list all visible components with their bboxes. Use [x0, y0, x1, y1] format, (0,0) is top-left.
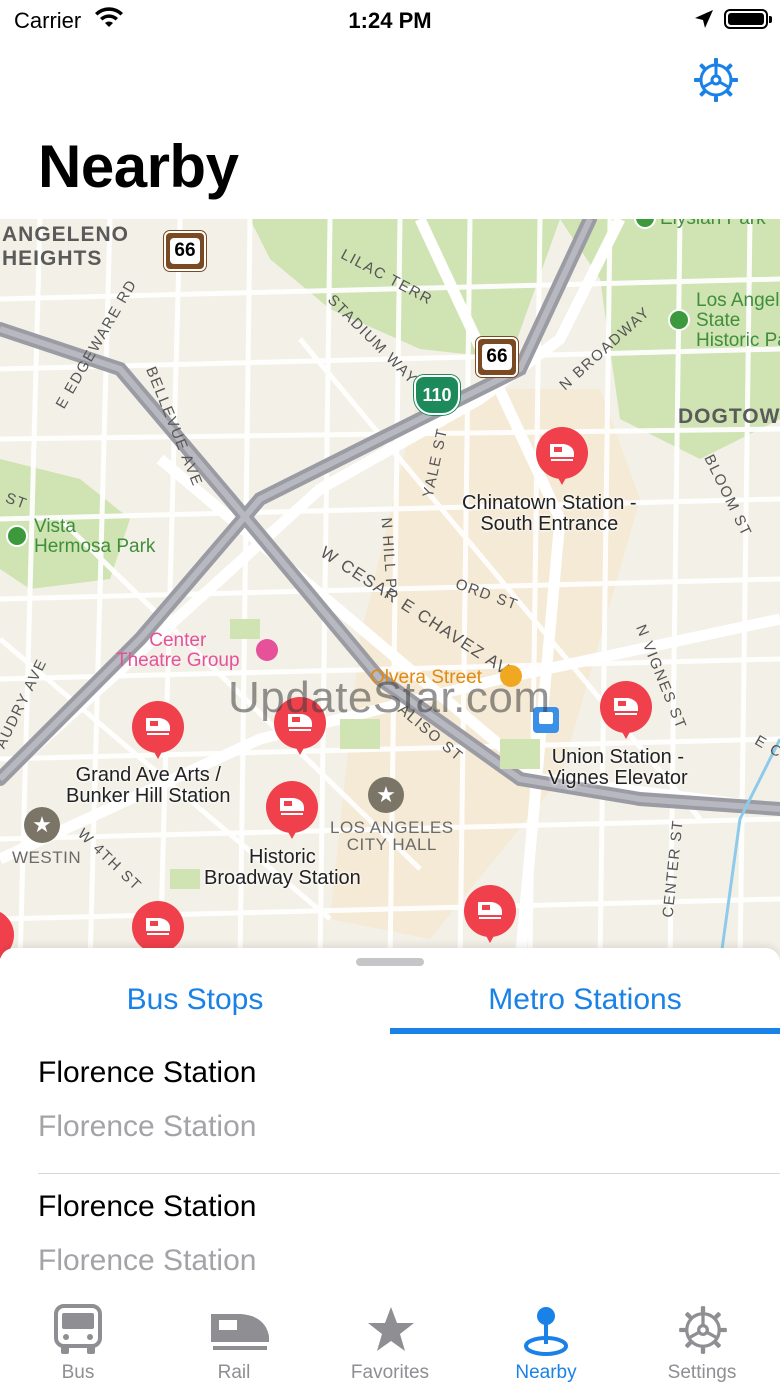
- station-label-historic: Historic Broadway Station: [204, 846, 361, 889]
- bus-icon: [54, 1304, 102, 1354]
- list-item-subtitle: Florence Station: [38, 1110, 257, 1143]
- watermark: UpdateStar.com: [228, 673, 551, 722]
- tab-bar-bus[interactable]: Bus: [0, 1296, 156, 1387]
- settings-gear-button[interactable]: [692, 56, 740, 104]
- theatre-icon: [256, 639, 278, 661]
- tab-bar-favorites[interactable]: Favorites: [312, 1296, 468, 1387]
- tab-bar-label: Nearby: [515, 1362, 577, 1383]
- landmark-star-icon: ★: [368, 777, 404, 813]
- park-label-vista: Vista Hermosa Park: [34, 516, 156, 557]
- metro-pin-historic[interactable]: [266, 781, 318, 845]
- sheet-grabber[interactable]: [356, 958, 424, 966]
- metro-pin-grand[interactable]: [132, 701, 184, 765]
- landmark-star-icon: ★: [24, 807, 60, 843]
- poi-label-center-theatre: Center Theatre Group: [116, 630, 240, 671]
- battery-icon: [724, 9, 772, 29]
- tab-bar-rail[interactable]: Rail: [156, 1296, 312, 1387]
- list-item[interactable]: Florence Station Florence Station: [0, 1174, 780, 1308]
- metro-pin[interactable]: [464, 885, 516, 949]
- location-pin-icon: [524, 1307, 568, 1356]
- tab-bar: Bus Rail Favorites Nearby Settings: [0, 1296, 780, 1387]
- tab-bar-label: Favorites: [350, 1362, 430, 1383]
- park-label-elysian: Elysian Park: [660, 219, 766, 229]
- list-item-subtitle: Florence Station: [38, 1244, 257, 1277]
- map-view[interactable]: ANGELENO HEIGHTS DOGTOWN Elysian Park Lo…: [0, 219, 780, 964]
- tab-bar-settings[interactable]: Settings: [624, 1296, 780, 1387]
- tab-bar-label: Rail: [217, 1362, 251, 1383]
- star-icon: [368, 1307, 414, 1351]
- tab-bar-label: Bus: [61, 1362, 95, 1383]
- area-label-angeleno: ANGELENO HEIGHTS: [2, 223, 130, 270]
- tab-bar-label: Settings: [667, 1362, 737, 1383]
- tab-bar-nearby[interactable]: Nearby: [468, 1296, 624, 1387]
- clock: 1:24 PM: [348, 8, 432, 33]
- route-66-shield: 66: [164, 231, 206, 271]
- metro-pin-chinatown[interactable]: [536, 427, 588, 491]
- status-bar: Carrier 1:24 PM: [0, 0, 780, 44]
- station-label-union: Union Station - Vignes Elevator: [548, 746, 688, 789]
- station-label-chinatown: Chinatown Station - South Entrance: [462, 492, 637, 535]
- interstate-110-shield: 110: [414, 375, 460, 415]
- park-icon: [6, 525, 28, 547]
- poi-label-westin: WESTIN: [12, 848, 82, 867]
- station-label-grand: Grand Ave Arts / Bunker Hill Station: [66, 764, 231, 807]
- location-arrow-icon: [695, 10, 713, 28]
- park-icon: [668, 309, 690, 331]
- list-item[interactable]: Florence Station Florence Station: [0, 1040, 780, 1174]
- list-item-title: Florence Station: [38, 1190, 257, 1223]
- gear-icon: [679, 1306, 727, 1354]
- tab-selection-indicator: [390, 1028, 780, 1034]
- metro-pin-union[interactable]: [600, 681, 652, 745]
- tab-metro-stations[interactable]: Metro Stations: [390, 978, 780, 1034]
- list-item-title: Florence Station: [38, 1056, 257, 1089]
- rail-icon: [211, 1314, 269, 1350]
- tab-bus-stops[interactable]: Bus Stops: [0, 978, 390, 1034]
- route-66-shield: 66: [476, 337, 518, 377]
- page-title: Nearby: [38, 133, 239, 200]
- area-label-dogtown: DOGTOWN: [678, 405, 780, 428]
- park-label-la-state: Los Angeles State Historic Park: [696, 290, 780, 351]
